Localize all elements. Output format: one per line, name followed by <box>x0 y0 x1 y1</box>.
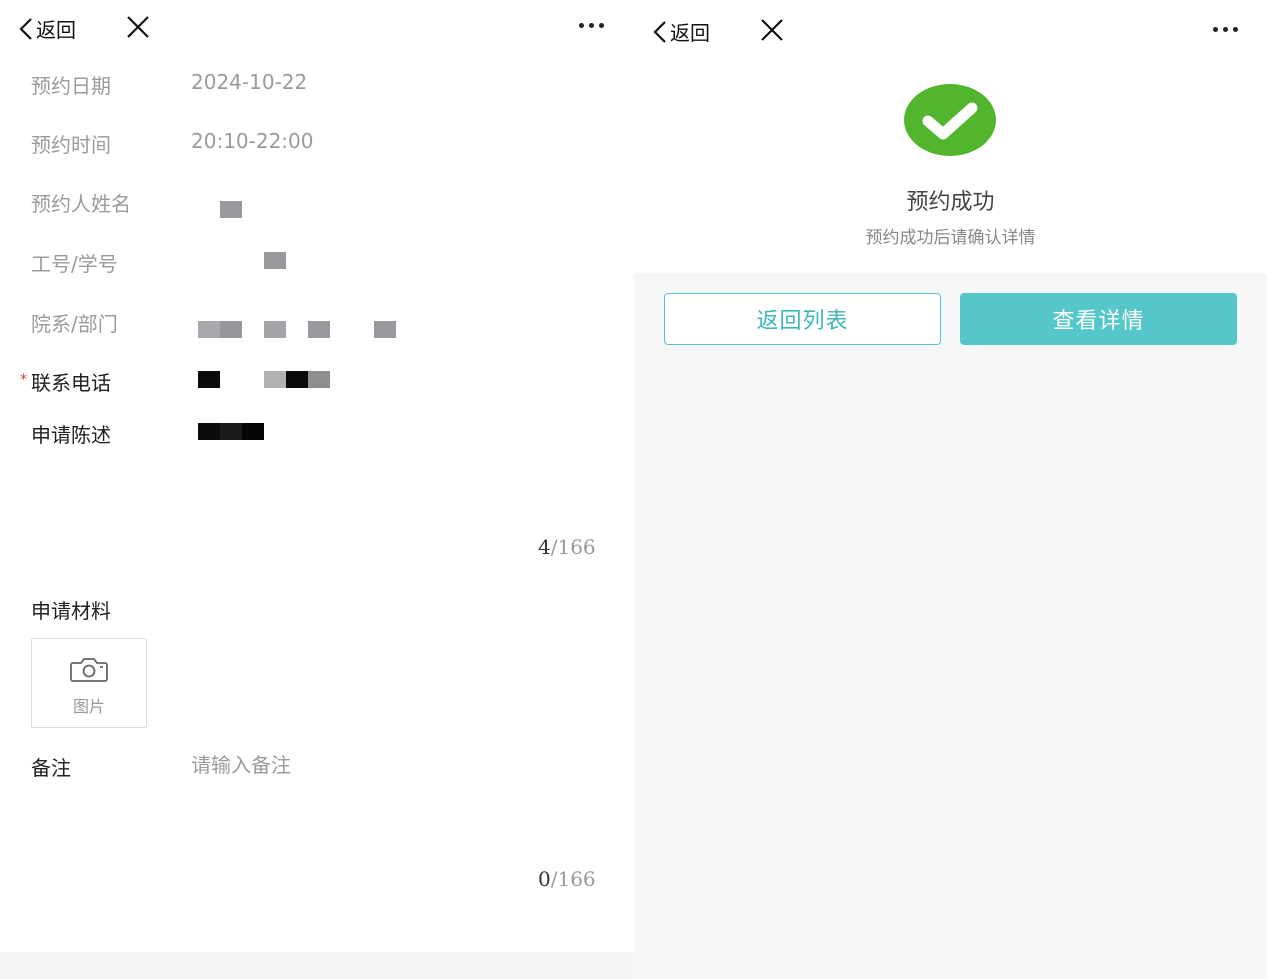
navbar: 返回 <box>0 0 634 56</box>
materials-label: 申请材料 <box>31 599 111 623</box>
back-button[interactable]: 返回 <box>18 14 76 43</box>
camera-icon <box>70 658 108 682</box>
back-button[interactable]: 返回 <box>652 17 710 46</box>
remark-count-max: /166 <box>550 867 596 891</box>
more-menu-button[interactable] <box>579 23 604 28</box>
time-label: 预约时间 <box>31 133 111 157</box>
back-label: 返回 <box>670 21 710 45</box>
remark-label: 备注 <box>31 756 71 780</box>
upload-label: 图片 <box>72 697 105 716</box>
success-panel: 返回 预约成功 预约成功后请确认详情 返回列表 查看详情 <box>634 0 1267 979</box>
view-details-button[interactable]: 查看详情 <box>960 293 1237 345</box>
chevron-left-icon <box>653 20 666 43</box>
back-label: 返回 <box>36 18 76 42</box>
time-value: 20:10-22:00 <box>191 129 314 153</box>
remark-input[interactable] <box>191 748 591 782</box>
date-value: 2024-10-22 <box>191 70 308 94</box>
left-bottom-strip <box>0 952 634 979</box>
back-to-list-button[interactable]: 返回列表 <box>664 293 941 345</box>
more-menu-button[interactable] <box>1213 27 1238 32</box>
remark-count-current: 0 <box>538 867 551 891</box>
close-icon <box>761 19 783 41</box>
statement-count-current: 4 <box>538 535 551 559</box>
date-label: 预约日期 <box>31 74 111 98</box>
phone-label: 联系电话 <box>31 371 111 395</box>
chevron-left-icon <box>19 17 32 40</box>
more-dot <box>1213 27 1218 32</box>
close-icon <box>127 16 149 38</box>
more-dot <box>1223 27 1228 32</box>
statement-count-max: /166 <box>550 535 596 559</box>
close-button[interactable] <box>126 15 150 43</box>
success-check-icon <box>904 84 996 156</box>
id-label: 工号/学号 <box>31 252 118 276</box>
statement-char-counter: 4/166 <box>538 535 596 559</box>
remark-char-counter: 0/166 <box>538 867 596 891</box>
dept-label: 院系/部门 <box>31 312 118 336</box>
booking-form-panel: 返回 预约日期 2024-10-22 预约时间 20:10-22:00 预约人姓… <box>0 0 634 952</box>
success-title: 预约成功 <box>906 190 995 215</box>
name-label: 预约人姓名 <box>31 192 131 216</box>
more-dot <box>579 23 584 28</box>
statement-label: 申请陈述 <box>31 423 111 447</box>
upload-image-button[interactable]: 图片 <box>31 638 147 728</box>
more-dot <box>589 23 594 28</box>
required-mark: * <box>20 372 27 388</box>
close-button[interactable] <box>760 18 784 46</box>
more-dot <box>1233 27 1238 32</box>
navbar: 返回 <box>634 0 1267 56</box>
success-subtitle: 预约成功后请确认详情 <box>865 228 1036 248</box>
more-dot <box>599 23 604 28</box>
